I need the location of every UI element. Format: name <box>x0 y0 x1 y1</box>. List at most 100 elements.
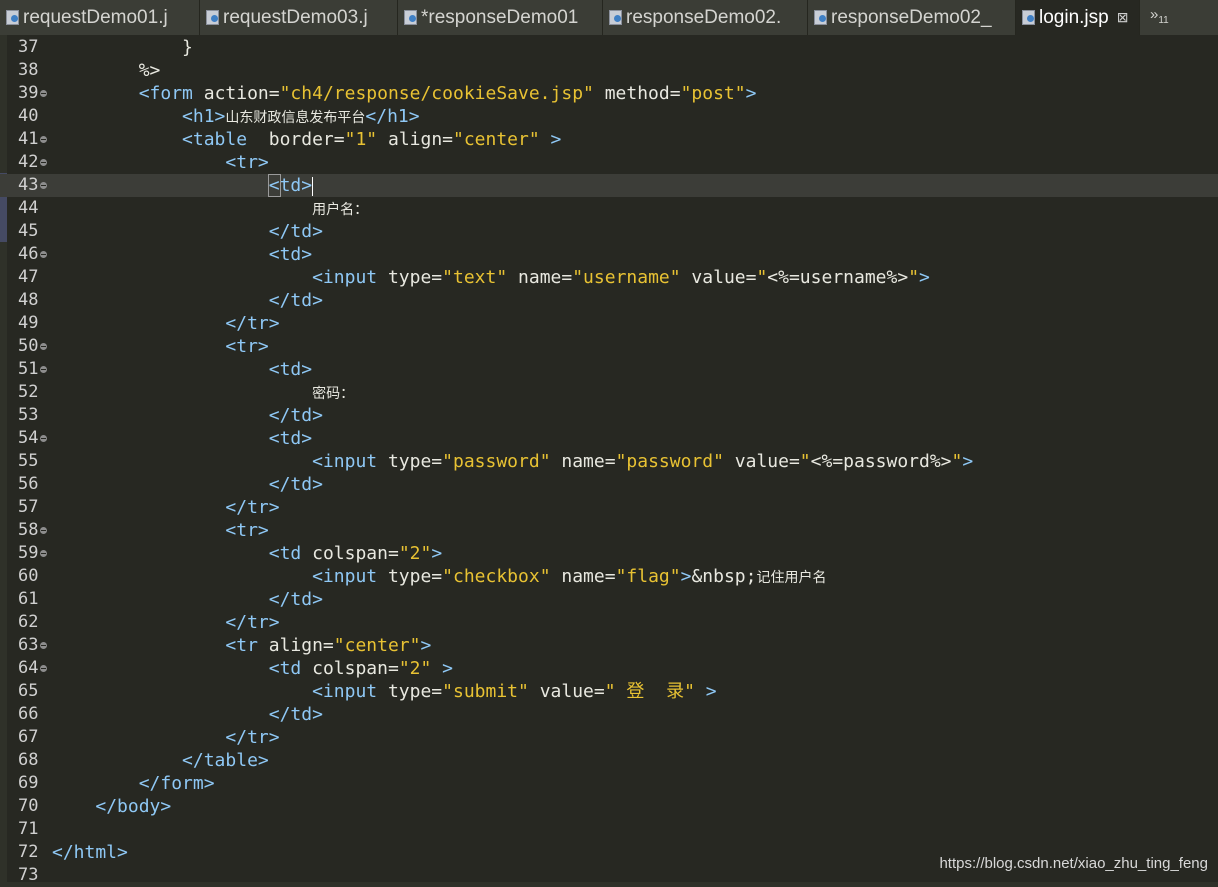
code-text[interactable]: <tr> <box>52 519 269 542</box>
code-token <box>52 543 269 564</box>
code-text[interactable]: <td> <box>52 243 312 266</box>
tab-login-jsp[interactable]: login.jsp⊠ <box>1016 0 1140 35</box>
code-text[interactable]: %> <box>52 59 160 82</box>
code-text[interactable]: </td> <box>52 473 323 496</box>
code-token: </h1> <box>365 106 419 127</box>
code-text[interactable]: <tr> <box>52 335 269 358</box>
code-line: 42 <tr> <box>0 151 1218 174</box>
code-token: type= <box>377 681 442 702</box>
code-token: <td <box>269 543 302 564</box>
tab-requestdemo03-j[interactable]: requestDemo03.j <box>200 0 398 35</box>
code-token: %> <box>52 60 160 81</box>
code-text[interactable]: <td> <box>52 358 312 381</box>
tab-responsedemo01[interactable]: *responseDemo01 <box>398 0 603 35</box>
code-token <box>52 796 95 817</box>
code-text[interactable]: </tr> <box>52 312 280 335</box>
code-token: "center" <box>453 129 540 150</box>
code-token: "post" <box>681 83 746 104</box>
code-text[interactable]: <input type="password" name="password" v… <box>52 450 973 473</box>
code-line: 70 </body> <box>0 795 1218 818</box>
tab-requestdemo01-j[interactable]: requestDemo01.j <box>0 0 200 35</box>
code-text[interactable]: </form> <box>52 772 215 795</box>
fold-collapse-icon[interactable] <box>40 435 47 442</box>
code-token: </tr> <box>225 612 279 633</box>
code-text[interactable]: </td> <box>52 588 323 611</box>
code-text[interactable]: <td colspan="2"> <box>52 542 442 565</box>
code-line: 51 <td> <box>0 358 1218 381</box>
code-token: method= <box>594 83 681 104</box>
fold-collapse-icon[interactable] <box>40 366 47 373</box>
code-token: > <box>746 83 757 104</box>
code-token: </td> <box>269 290 323 311</box>
tab-responsedemo02[interactable]: responseDemo02. <box>603 0 808 35</box>
tab-responsedemo02[interactable]: responseDemo02_ <box>808 0 1016 35</box>
code-token <box>52 405 269 426</box>
code-line: 69 </form> <box>0 772 1218 795</box>
code-token: </tr> <box>225 497 279 518</box>
tab-label: responseDemo02_ <box>831 7 992 29</box>
code-token <box>52 359 269 380</box>
tab-overflow-button[interactable]: »11 <box>1150 6 1169 26</box>
code-token: border= <box>247 129 345 150</box>
fold-collapse-icon[interactable] <box>40 343 47 350</box>
code-text[interactable]: 密码： <box>52 381 354 406</box>
code-text[interactable]: </td> <box>52 703 323 726</box>
code-text[interactable]: <h1>山东财政信息发布平台</h1> <box>52 105 420 130</box>
close-tab-icon[interactable]: ⊠ <box>1117 9 1129 26</box>
fold-collapse-icon[interactable] <box>40 550 47 557</box>
fold-collapse-icon[interactable] <box>40 642 47 649</box>
code-text[interactable]: </td> <box>52 404 323 427</box>
code-token: name= <box>551 566 616 587</box>
code-token: "password" <box>616 451 724 472</box>
code-token: </td> <box>269 474 323 495</box>
fold-collapse-icon[interactable] <box>40 251 47 258</box>
code-text[interactable]: 用户名： <box>52 197 368 222</box>
code-token <box>52 290 269 311</box>
code-text[interactable]: </td> <box>52 220 323 243</box>
code-text[interactable]: <td colspan="2" > <box>52 657 453 680</box>
fold-collapse-icon[interactable] <box>40 665 47 672</box>
code-token <box>52 267 312 288</box>
fold-collapse-icon[interactable] <box>40 182 47 189</box>
fold-collapse-icon[interactable] <box>40 90 47 97</box>
code-text[interactable]: <td> <box>52 427 312 450</box>
code-token: </body> <box>95 796 171 817</box>
fold-collapse-icon[interactable] <box>40 159 47 166</box>
code-text[interactable]: </tr> <box>52 611 280 634</box>
code-text[interactable]: <form action="ch4/response/cookieSave.js… <box>52 82 756 105</box>
code-text[interactable]: </tr> <box>52 496 280 519</box>
code-text[interactable]: </tr> <box>52 726 280 749</box>
code-text[interactable]: } <box>52 36 193 59</box>
fold-collapse-icon[interactable] <box>40 136 47 143</box>
code-text[interactable]: <td> <box>52 174 313 197</box>
code-text[interactable]: <table border="1" align="center" > <box>52 128 561 151</box>
fold-collapse-icon[interactable] <box>40 527 47 534</box>
code-token <box>52 382 312 403</box>
code-token <box>52 83 139 104</box>
code-token: " 登 录" <box>605 681 695 702</box>
code-token: <input <box>312 267 377 288</box>
code-token: </td> <box>269 221 323 242</box>
code-token: > <box>681 566 692 587</box>
jsp-file-icon <box>1022 10 1035 25</box>
code-text[interactable]: </html> <box>52 841 128 864</box>
code-text[interactable]: <input type="submit" value=" 登 录" > <box>52 680 717 703</box>
code-token <box>52 336 225 357</box>
code-line: 43 <td> <box>0 174 1218 197</box>
code-token: <%=username%> <box>767 267 908 288</box>
code-line: 40 <h1>山东财政信息发布平台</h1> <box>0 105 1218 128</box>
code-token: </tr> <box>225 727 279 748</box>
code-text[interactable]: </table> <box>52 749 269 772</box>
code-token: </html> <box>52 842 128 863</box>
code-text[interactable]: <input type="checkbox" name="flag">&nbsp… <box>52 565 826 590</box>
code-line: 68 </table> <box>0 749 1218 772</box>
code-text[interactable]: </body> <box>52 795 171 818</box>
code-token: 用户名： <box>312 202 368 218</box>
code-editor[interactable]: 37 }38 %>39 <form action="ch4/response/c… <box>0 35 1218 882</box>
code-text[interactable]: </td> <box>52 289 323 312</box>
code-text[interactable]: <input type="text" name="username" value… <box>52 266 930 289</box>
code-token: <input <box>312 566 377 587</box>
code-text[interactable]: <tr> <box>52 151 269 174</box>
line-number: 73 <box>18 864 48 887</box>
code-text[interactable]: <tr align="center"> <box>52 634 431 657</box>
